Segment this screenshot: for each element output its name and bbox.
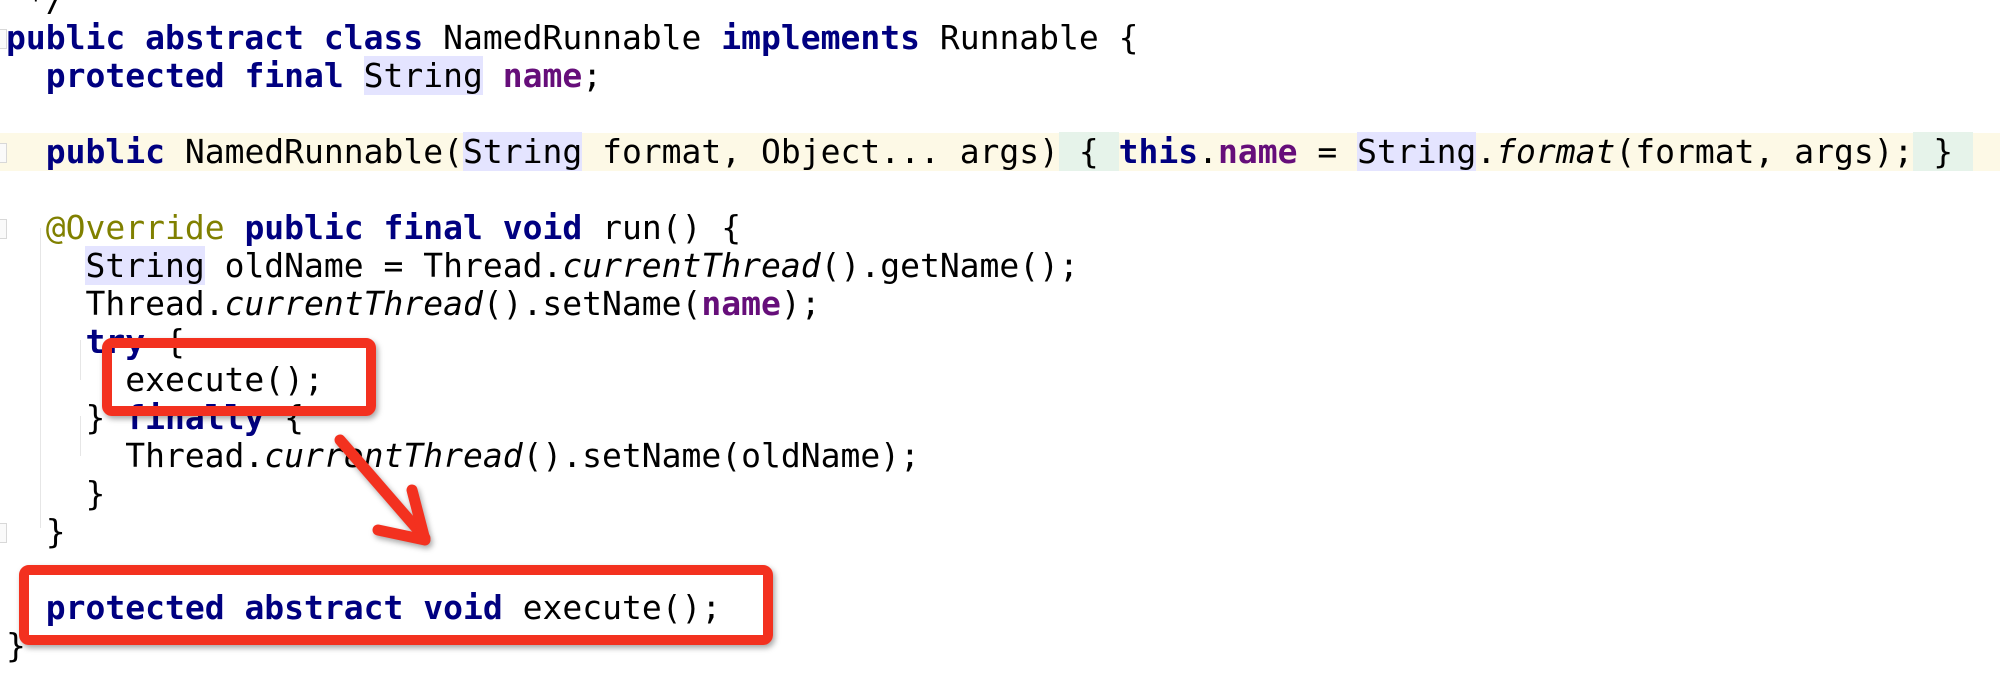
red-arrow-icon (334, 434, 431, 546)
